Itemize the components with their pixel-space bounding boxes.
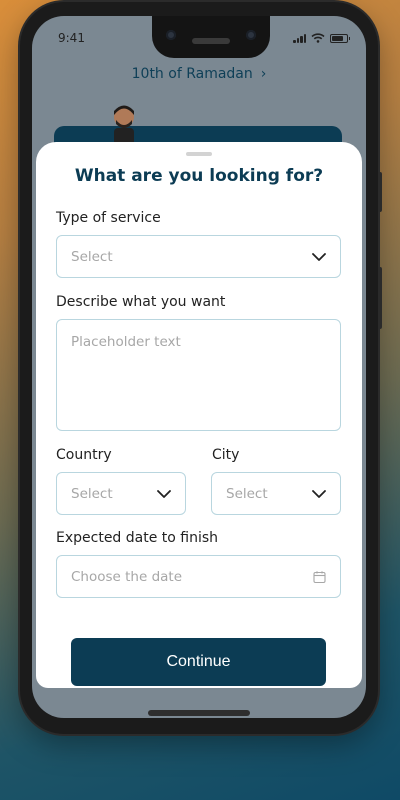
city-label: City bbox=[212, 447, 240, 463]
sheet-drag-handle[interactable] bbox=[186, 152, 212, 156]
date-picker-field[interactable]: Choose the date bbox=[56, 555, 341, 598]
service-type-placeholder: Select bbox=[71, 248, 113, 265]
earpiece-speaker bbox=[192, 38, 230, 44]
continue-button[interactable]: Continue bbox=[71, 638, 326, 686]
camera-right bbox=[246, 30, 256, 40]
camera-notch bbox=[152, 16, 270, 58]
country-label: Country bbox=[56, 447, 112, 463]
home-indicator bbox=[148, 710, 250, 716]
service-type-select[interactable]: Select bbox=[56, 235, 341, 278]
battery-icon bbox=[330, 33, 350, 43]
calendar-icon[interactable] bbox=[313, 570, 326, 583]
phone-frame: 9:41 10th of Ramadan › What are you look… bbox=[20, 2, 382, 734]
country-select[interactable]: Select bbox=[56, 472, 186, 515]
description-textarea[interactable]: Placeholder text bbox=[56, 319, 341, 431]
chevron-right-icon: › bbox=[260, 66, 267, 82]
phone-screen: 9:41 10th of Ramadan › What are you look… bbox=[32, 16, 366, 718]
city-select[interactable]: Select bbox=[211, 472, 341, 515]
service-type-label: Type of service bbox=[56, 210, 161, 226]
city-placeholder: Select bbox=[226, 485, 268, 502]
chevron-down-icon bbox=[312, 489, 326, 498]
person-avatar-image bbox=[114, 105, 134, 146]
status-icons bbox=[293, 33, 350, 43]
signal-icon bbox=[293, 33, 306, 43]
description-placeholder: Placeholder text bbox=[71, 334, 181, 350]
location-label: 10th of Ramadan bbox=[131, 66, 253, 82]
status-time: 9:41 bbox=[58, 31, 85, 45]
wifi-icon bbox=[311, 33, 325, 43]
date-placeholder: Choose the date bbox=[71, 568, 183, 585]
side-button-volume bbox=[378, 267, 382, 329]
request-bottom-sheet: What are you looking for? Type of servic… bbox=[36, 142, 362, 688]
side-button-power bbox=[378, 172, 382, 212]
location-selector[interactable]: 10th of Ramadan › bbox=[32, 66, 366, 82]
camera-left bbox=[166, 30, 176, 40]
sheet-title: What are you looking for? bbox=[74, 166, 324, 186]
chevron-down-icon bbox=[312, 252, 326, 261]
chevron-down-icon bbox=[157, 489, 171, 498]
date-label: Expected date to finish bbox=[56, 530, 219, 546]
country-placeholder: Select bbox=[71, 485, 113, 502]
description-label: Describe what you want bbox=[56, 294, 226, 310]
